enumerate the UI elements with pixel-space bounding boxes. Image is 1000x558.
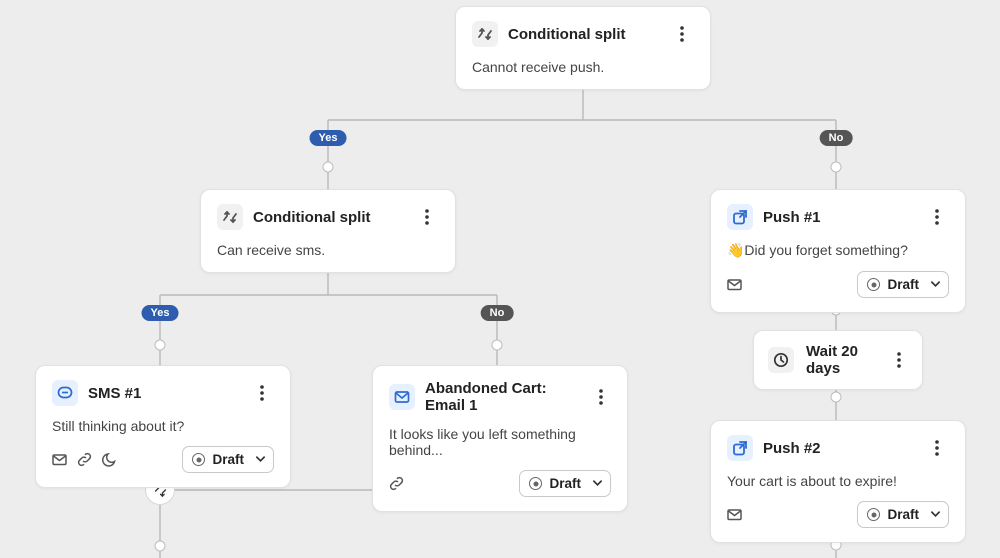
node-wait[interactable]: Wait 20 days (753, 330, 923, 390)
node-description: Your cart is about to expire! (727, 473, 949, 489)
node-title: Push #2 (763, 440, 821, 457)
branch-label-no: No (481, 305, 514, 321)
chevron-down-icon (930, 277, 941, 292)
status-indicator-icon (867, 278, 880, 291)
branch-label-yes: Yes (142, 305, 179, 321)
link-icon (77, 452, 92, 467)
email-icon (389, 384, 415, 410)
connector-dot (323, 162, 334, 173)
node-indicator-icons (52, 452, 117, 467)
link-icon (389, 476, 404, 491)
chevron-down-icon (930, 507, 941, 522)
connector-dot (831, 162, 842, 173)
node-menu-button[interactable] (590, 385, 611, 409)
status-label: Draft (887, 277, 919, 292)
mail-icon (727, 507, 742, 522)
connector-dot (155, 340, 166, 351)
connector-dot (155, 541, 166, 552)
status-dropdown[interactable]: Draft (857, 501, 949, 528)
split-icon (217, 204, 243, 230)
status-dropdown[interactable]: Draft (519, 470, 611, 497)
node-title: Conditional split (253, 209, 371, 226)
node-indicator-icons (389, 476, 404, 491)
quiet-hours-icon (102, 452, 117, 467)
node-description: Cannot receive push. (472, 59, 694, 75)
node-indicator-icons (727, 277, 742, 292)
status-dropdown[interactable]: Draft (857, 271, 949, 298)
node-description: It looks like you left something behind.… (389, 426, 611, 458)
status-label: Draft (887, 507, 919, 522)
node-title: Abandoned Cart: Email 1 (425, 380, 580, 414)
node-push-1[interactable]: Push #1 👋Did you forget something? Draft (710, 189, 966, 313)
status-dropdown[interactable]: Draft (182, 446, 274, 473)
node-description: Still thinking about it? (52, 418, 274, 434)
chevron-down-icon (255, 452, 266, 467)
sms-icon (52, 380, 78, 406)
node-title: SMS #1 (88, 385, 141, 402)
node-menu-button[interactable] (415, 205, 439, 229)
connector-dot (831, 392, 842, 403)
node-conditional-split-root[interactable]: Conditional split Cannot receive push. (455, 6, 711, 90)
status-label: Draft (549, 476, 581, 491)
status-indicator-icon (529, 477, 542, 490)
node-menu-button[interactable] (250, 381, 274, 405)
node-menu-button[interactable] (925, 436, 949, 460)
node-menu-button[interactable] (889, 348, 908, 372)
status-label: Draft (212, 452, 244, 467)
node-menu-button[interactable] (925, 205, 949, 229)
mail-icon (727, 277, 742, 292)
node-sms-1[interactable]: SMS #1 Still thinking about it? Draft (35, 365, 291, 488)
node-email-abandoned-cart-1[interactable]: Abandoned Cart: Email 1 It looks like yo… (372, 365, 628, 512)
push-icon (727, 435, 753, 461)
push-icon (727, 204, 753, 230)
node-conditional-split-2[interactable]: Conditional split Can receive sms. (200, 189, 456, 273)
chevron-down-icon (592, 476, 603, 491)
split-icon (472, 21, 498, 47)
status-indicator-icon (192, 453, 205, 466)
clock-icon (768, 347, 794, 373)
node-indicator-icons (727, 507, 742, 522)
node-description: 👋Did you forget something? (727, 242, 949, 259)
node-title: Conditional split (508, 26, 626, 43)
branch-label-no: No (820, 130, 853, 146)
mail-icon (52, 452, 67, 467)
node-description: Can receive sms. (217, 242, 439, 258)
node-menu-button[interactable] (670, 22, 694, 46)
node-title: Wait 20 days (806, 343, 877, 377)
status-indicator-icon (867, 508, 880, 521)
node-title: Push #1 (763, 209, 821, 226)
branch-label-yes: Yes (310, 130, 347, 146)
node-push-2[interactable]: Push #2 Your cart is about to expire! Dr… (710, 420, 966, 543)
connector-dot (492, 340, 503, 351)
